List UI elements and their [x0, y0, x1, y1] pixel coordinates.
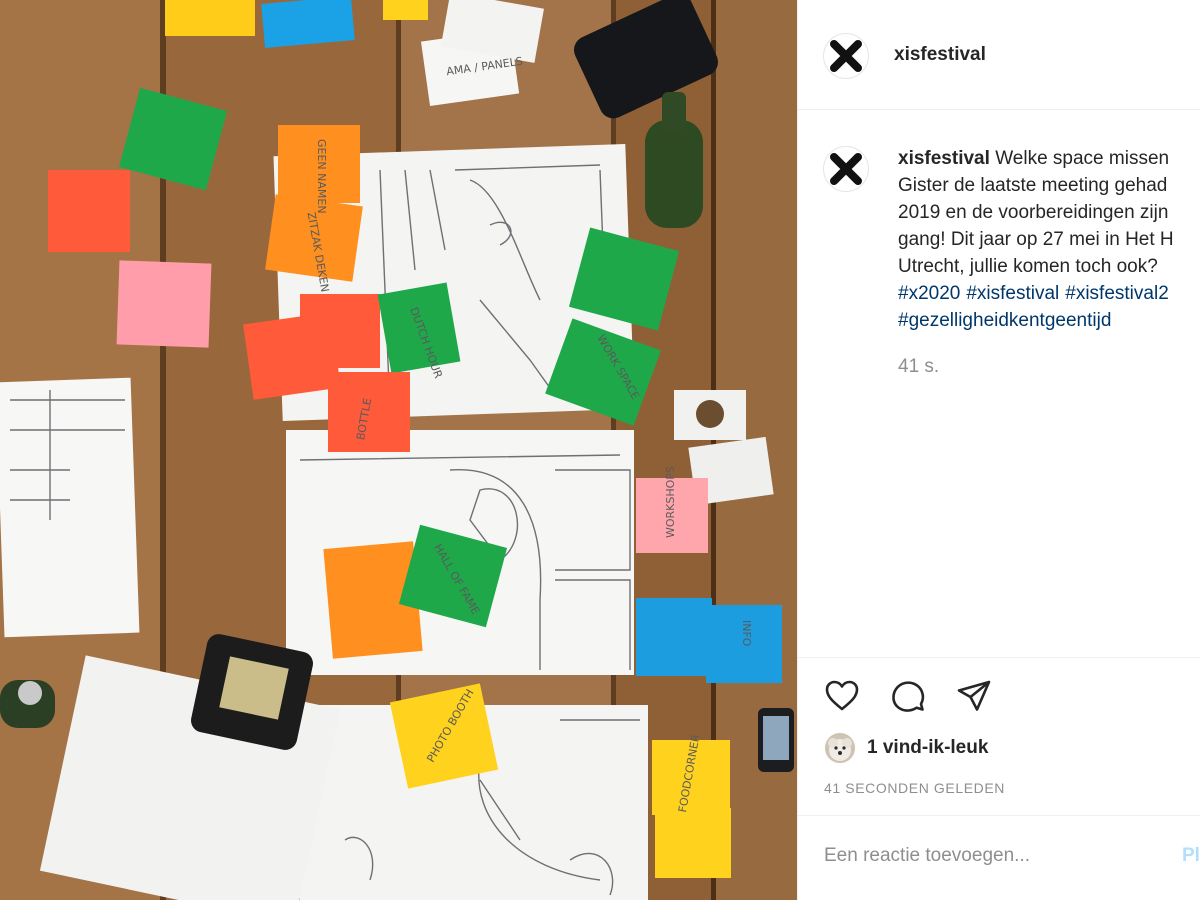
hashtag-line: #x2020 #xisfestival #xisfestival2: [898, 280, 1200, 307]
note-label: WORKSHOPS: [664, 466, 677, 538]
note-label: INFO: [740, 620, 753, 647]
heart-icon[interactable]: [824, 678, 860, 714]
hashtag-link[interactable]: #gezelligheidkentgeentijd: [898, 310, 1111, 331]
caption-text: Welke space missen: [995, 148, 1170, 169]
caption-text: gang! Dit jaar op 27 mei in Het H: [898, 229, 1174, 250]
hashtag-link[interactable]: #xisfestival2: [1065, 283, 1169, 304]
x-logo-icon: [830, 40, 862, 72]
hashtag-line: #gezelligheidkentgeentijd: [898, 307, 1200, 334]
comment-input[interactable]: [824, 836, 1144, 876]
caption-avatar[interactable]: [823, 146, 869, 192]
post-side-panel: xisfestival xisfestival Welke space miss…: [797, 0, 1200, 900]
post-timestamp[interactable]: 41 SECONDEN GELEDEN: [824, 780, 1005, 796]
caption-username[interactable]: xisfestival: [898, 148, 990, 169]
caption-text: Utrecht, jullie komen toch ook?: [898, 256, 1158, 277]
dog-avatar-icon: [825, 733, 855, 763]
hashtag-link[interactable]: #x2020: [898, 283, 960, 304]
paper-plane-icon[interactable]: [956, 678, 992, 714]
liker-avatar[interactable]: [825, 733, 855, 763]
header-divider: [798, 109, 1200, 110]
profile-avatar[interactable]: [823, 33, 869, 79]
caption-text: Gister de laatste meeting gehad: [898, 175, 1168, 196]
caption-line: xisfestival Welke space missen: [898, 145, 1200, 172]
likes-count[interactable]: 1 vind-ik-leuk: [867, 737, 988, 759]
note-label: GEEN NAMEN: [315, 139, 328, 214]
actions-divider: [798, 657, 1200, 658]
comment-bubble-icon[interactable]: [890, 678, 926, 714]
header-username[interactable]: xisfestival: [894, 44, 986, 66]
post-photo[interactable]: AMA / PANELS GEEN NAMEN ZITZAK DEKEN DUT…: [0, 0, 797, 900]
post-caption: xisfestival Welke space missen Gister de…: [898, 145, 1200, 334]
comment-divider: [798, 815, 1200, 816]
caption-text: 2019 en de voorbereidingen zijn: [898, 202, 1169, 223]
hashtag-link[interactable]: #xisfestival: [966, 283, 1059, 304]
caption-time[interactable]: 41 s.: [898, 356, 939, 378]
post-photo-scene: AMA / PANELS GEEN NAMEN ZITZAK DEKEN DUT…: [0, 0, 797, 900]
x-logo-icon: [830, 153, 862, 185]
post-comment-button[interactable]: Pl: [1182, 845, 1200, 867]
